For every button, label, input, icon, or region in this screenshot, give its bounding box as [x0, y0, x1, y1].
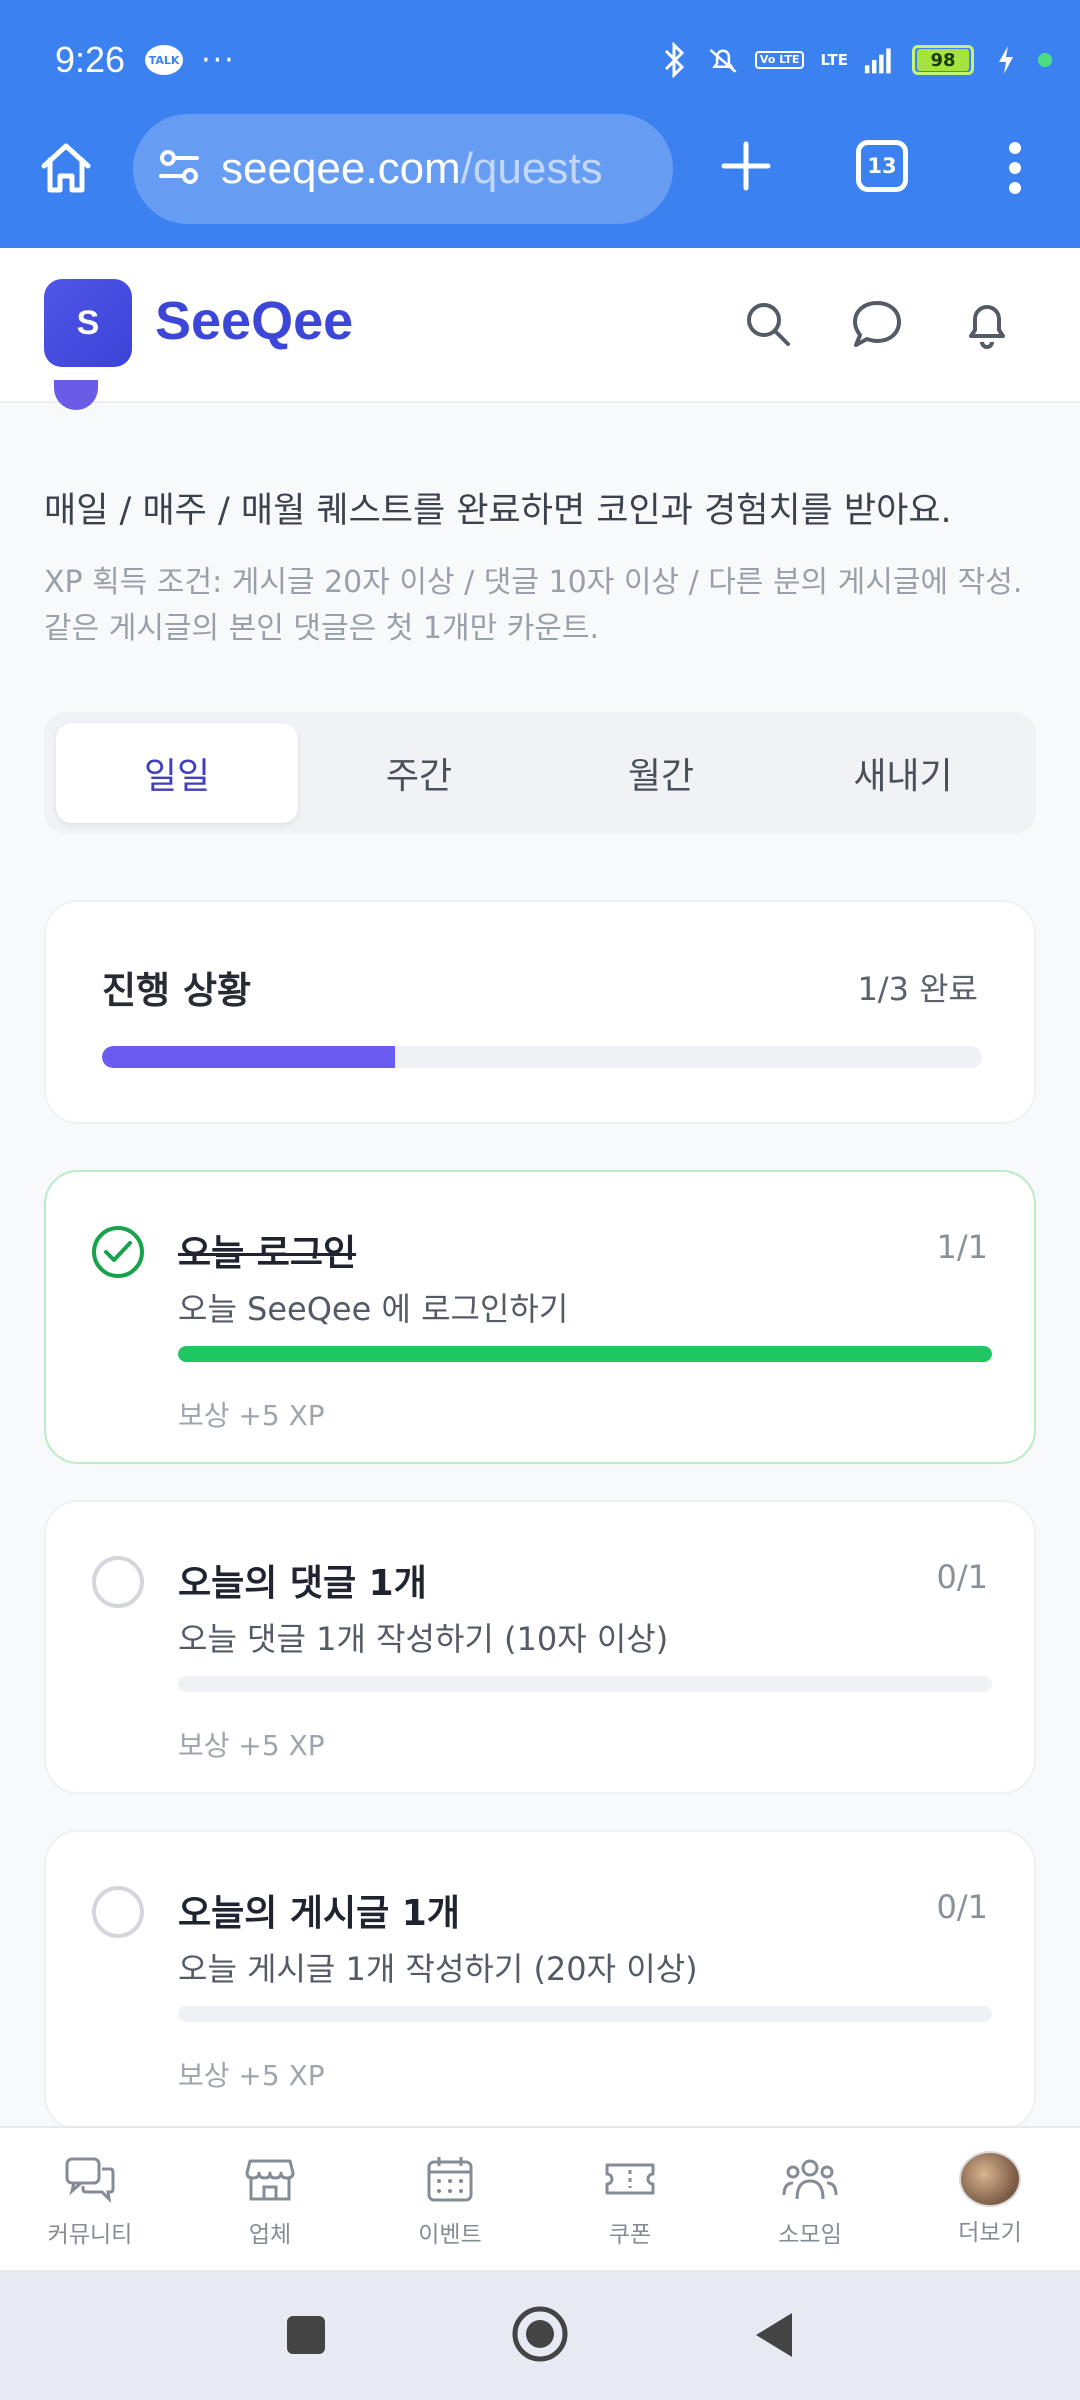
url-text[interactable]: seeqee.com/quests [221, 144, 651, 194]
tab-weekly[interactable]: 주간 [298, 723, 540, 823]
bell-icon[interactable] [955, 292, 1019, 356]
overflow-menu-icon[interactable] [995, 136, 1035, 200]
brand-name[interactable]: SeeQee [155, 290, 353, 352]
quest-count: 0/1 [936, 1888, 989, 1926]
status-bar: 9:26 TALK ··· Vo LTE LTE 98 [55, 30, 1052, 90]
quest-reward: 보상 +5 XP [178, 2059, 325, 2092]
nav-label: 업체 [248, 2222, 292, 2248]
recents-icon[interactable] [285, 2314, 327, 2360]
battery-indicator: 98 [912, 45, 974, 75]
home-icon[interactable] [36, 138, 96, 198]
kakaotalk-notification-icon: TALK [145, 45, 184, 75]
quest-title: 오늘 로그인 [178, 1233, 357, 1274]
quest-title: 오늘의 댓글 1개 [178, 1563, 427, 1604]
signal-icon [864, 44, 896, 76]
quest-progress-fill [178, 1346, 992, 1362]
nav-more[interactable]: 더보기 [900, 2128, 1080, 2270]
progress-bar [102, 1046, 982, 1068]
home-circle-icon[interactable] [510, 2304, 570, 2368]
quest-card[interactable]: 오늘의 댓글 1개 0/1 오늘 댓글 1개 작성하기 (10자 이상) 보상 … [44, 1500, 1036, 1794]
quest-reward: 보상 +5 XP [178, 1399, 325, 1432]
quest-progress-bar [178, 1676, 992, 1692]
charging-icon [990, 44, 1022, 76]
url-domain: seeqee.com [221, 144, 461, 193]
progress-bar-fill [102, 1046, 396, 1068]
nav-groups[interactable]: 소모임 [720, 2128, 900, 2270]
nav-label: 커뮤니티 [47, 2222, 133, 2248]
browser-chrome: 9:26 TALK ··· Vo LTE LTE 98 seeqee.com/q… [0, 0, 1080, 248]
chat-icon[interactable] [845, 292, 909, 356]
quest-progress-bar [178, 2006, 992, 2022]
quest-progress-bar [178, 1346, 992, 1362]
quest-description: 오늘 게시글 1개 작성하기 (20자 이상) [178, 1950, 698, 1988]
browser-toolbar: seeqee.com/quests 13 [0, 114, 1080, 224]
more-notifications-icon: ··· [201, 42, 236, 78]
quest-card[interactable]: 오늘의 게시글 1개 0/1 오늘 게시글 1개 작성하기 (20자 이상) 보… [44, 1830, 1036, 2130]
section-icon-partial [54, 380, 98, 410]
progress-card: 진행 상황 1/3 완료 [44, 900, 1036, 1124]
xp-conditions-line-1: XP 획득 조건: 게시글 20자 이상 / 댓글 10자 이상 / 다른 분의… [44, 565, 1023, 600]
lte-label: LTE [820, 51, 848, 69]
check-circle-icon [92, 1226, 144, 1278]
group-icon [780, 2149, 840, 2209]
chat-bubbles-icon [60, 2149, 120, 2209]
avatar [959, 2151, 1021, 2207]
progress-count: 1/3 완료 [857, 970, 978, 1008]
quest-count: 1/1 [936, 1228, 989, 1266]
battery-level: 98 [917, 49, 969, 71]
quest-count: 0/1 [936, 1558, 989, 1596]
system-nav-bar [0, 2270, 1080, 2400]
tab-newcomer[interactable]: 새내기 [782, 723, 1024, 823]
privacy-indicator-dot [1038, 53, 1052, 67]
quest-description: 오늘 댓글 1개 작성하기 (10자 이상) [178, 1620, 669, 1658]
quest-period-tabs: 일일 주간 월간 새내기 [44, 712, 1036, 834]
nav-label: 이벤트 [418, 2222, 482, 2248]
xp-conditions-note: XP 획득 조건: 게시글 20자 이상 / 댓글 10자 이상 / 다른 분의… [44, 560, 1054, 652]
tab-daily[interactable]: 일일 [56, 723, 298, 823]
empty-circle-icon [92, 1556, 144, 1608]
store-icon [240, 2149, 300, 2209]
quest-card[interactable]: 오늘 로그인 1/1 오늘 SeeQee 에 로그인하기 보상 +5 XP [44, 1170, 1036, 1464]
progress-title: 진행 상황 [102, 969, 252, 1012]
mute-bell-icon [707, 44, 739, 76]
quest-description: 오늘 SeeQee 에 로그인하기 [178, 1290, 569, 1328]
nav-coupons[interactable]: 쿠폰 [540, 2128, 720, 2270]
site-settings-icon[interactable] [157, 145, 201, 193]
calendar-icon [420, 2149, 480, 2209]
tab-monthly[interactable]: 월간 [540, 723, 782, 823]
url-path: /quests [460, 144, 603, 193]
search-icon[interactable] [736, 292, 800, 356]
quest-description: 매일 / 매주 / 매월 퀘스트를 완료하면 코인과 경험치를 받아요. [44, 491, 952, 531]
empty-circle-icon [92, 1886, 144, 1938]
app-header: S SeeQee [0, 248, 1080, 403]
volte-icon: Vo LTE [754, 51, 805, 69]
xp-conditions-line-2: 같은 게시글의 본인 댓글은 첫 1개만 카운트. [44, 611, 600, 646]
tab-switcher-button[interactable]: 13 [856, 140, 908, 192]
nav-community[interactable]: 커뮤니티 [0, 2128, 180, 2270]
bluetooth-icon [659, 42, 691, 78]
ticket-icon [600, 2149, 660, 2209]
new-tab-icon[interactable] [716, 136, 776, 196]
address-bar[interactable]: seeqee.com/quests [133, 114, 673, 224]
nav-label: 소모임 [778, 2222, 842, 2248]
app-logo[interactable]: S [44, 279, 132, 367]
nav-label: 더보기 [958, 2220, 1022, 2246]
nav-events[interactable]: 이벤트 [360, 2128, 540, 2270]
status-time: 9:26 [55, 39, 126, 80]
nav-label: 쿠폰 [608, 2222, 652, 2248]
bottom-nav: 커뮤니티 업체 이벤트 쿠폰 소모임 더보기 [0, 2126, 1080, 2270]
nav-store[interactable]: 업체 [180, 2128, 360, 2270]
back-icon[interactable] [752, 2310, 796, 2364]
quest-title: 오늘의 게시글 1개 [178, 1893, 460, 1934]
quest-reward: 보상 +5 XP [178, 1729, 325, 1762]
